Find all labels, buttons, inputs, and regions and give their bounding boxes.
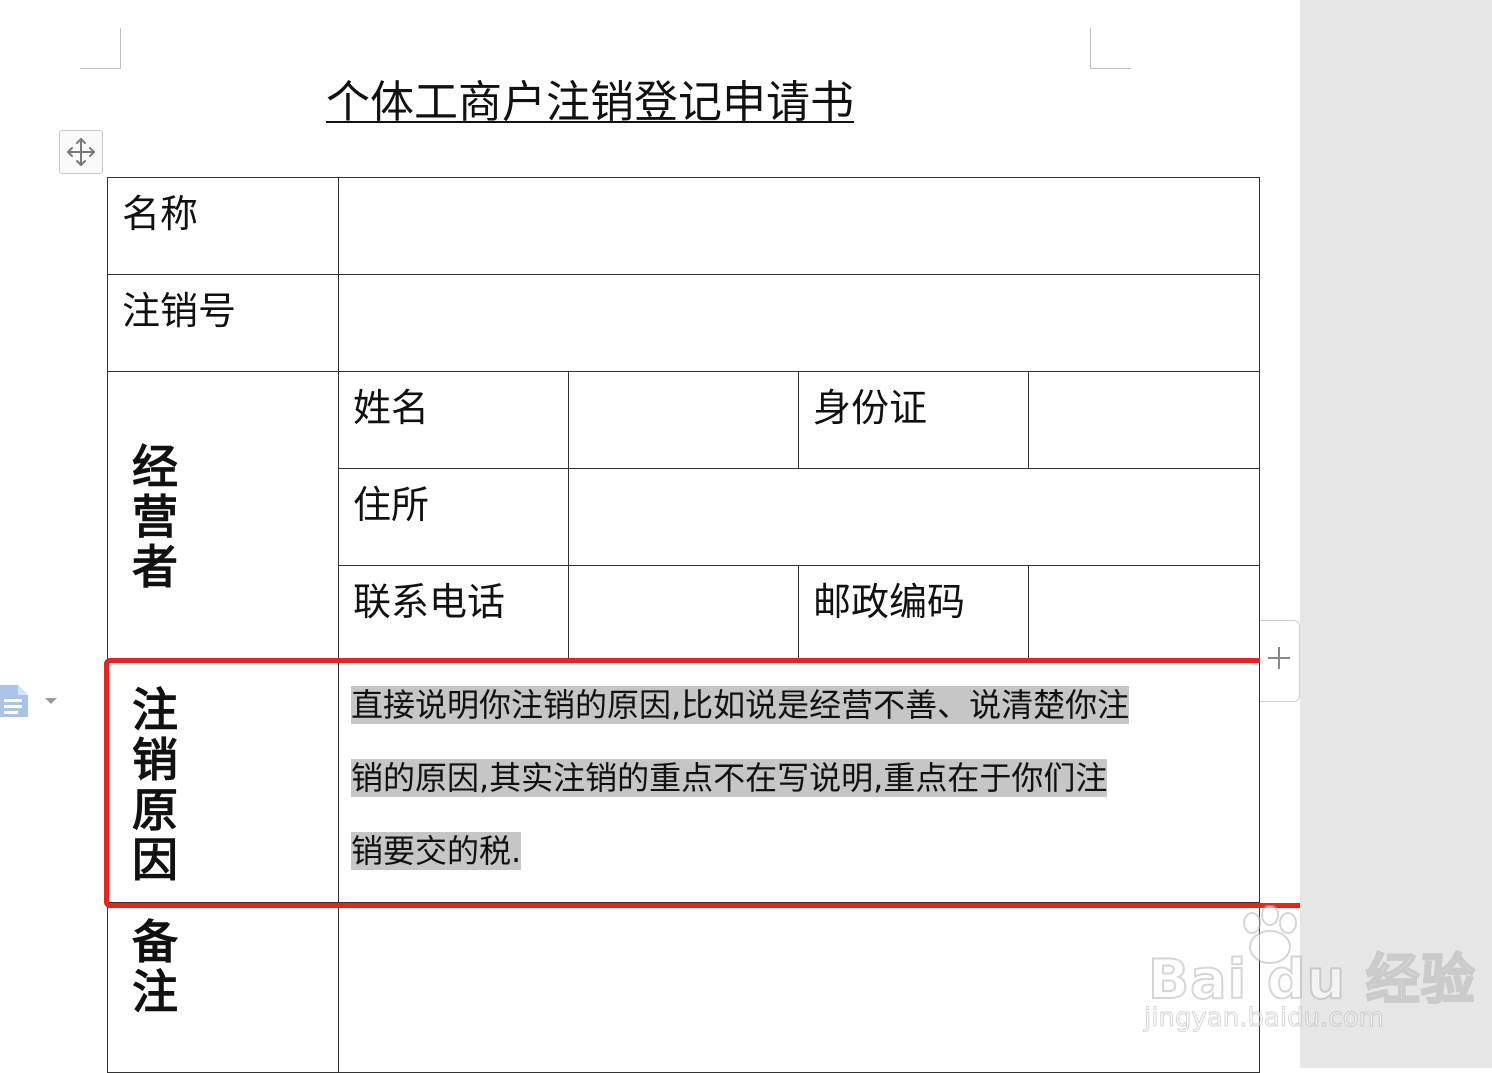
document-icon[interactable] [0,683,30,719]
operator-name-value-cell[interactable] [568,371,799,469]
page-corner-mark-left [80,28,121,69]
four-way-arrow-icon [67,138,95,166]
reg-no-label-cell[interactable]: 注销号 [107,274,339,372]
document-page: 个体工商户注销登记申请书 名称 注销号 经 营 者 姓名 身份证 住所 联系电话… [0,0,1366,1073]
application-form-table: 名称 注销号 经 营 者 姓名 身份证 住所 联系电话 邮政编码 注 销 原 因… [107,177,1260,1073]
postcode-label-cell[interactable]: 邮政编码 [798,565,1029,663]
phone-label-cell[interactable]: 联系电话 [338,565,569,663]
add-column-button[interactable] [1260,620,1300,702]
table-move-handle[interactable] [59,130,103,174]
reg-no-label: 注销号 [122,289,237,333]
watermark: Bai du 经验 jingyan.baidu.com [1140,905,1476,1045]
chevron-down-icon[interactable] [45,698,57,704]
table-row: 注销号 [107,274,1260,372]
address-label-cell[interactable]: 住所 [338,468,569,566]
address-label: 住所 [353,483,430,527]
postcode-value-cell[interactable] [1028,565,1260,663]
table-row: 经 营 者 姓名 身份证 [107,371,1260,663]
remarks-section-char: 注 [132,965,178,1019]
postcode-label: 邮政编码 [813,580,966,624]
remarks-section-cell[interactable]: 备 注 [107,902,339,1073]
operator-section-cell[interactable]: 经 营 者 [107,371,339,663]
operator-name-label: 姓名 [353,386,430,430]
operator-section-char: 营 [132,490,178,544]
highlight-annotation-box [104,658,1366,908]
operator-section-char: 经 [132,440,178,494]
id-card-label-cell[interactable]: 身份证 [798,371,1029,469]
phone-value-cell[interactable] [568,565,799,663]
id-card-value-cell[interactable] [1028,371,1260,469]
remarks-value-cell[interactable] [338,902,1260,1073]
operator-section-char: 者 [132,540,178,594]
remarks-section-char: 备 [132,915,178,969]
operator-name-label-cell[interactable]: 姓名 [338,371,569,469]
table-row: 备 注 [107,902,1260,1073]
page-corner-mark-right [1090,28,1131,69]
id-card-label: 身份证 [813,386,928,430]
table-row: 名称 [107,177,1260,275]
reg-no-value-cell[interactable] [338,274,1260,372]
name-value-cell[interactable] [338,177,1260,275]
phone-label: 联系电话 [353,580,506,624]
address-value-cell[interactable] [568,468,1260,566]
name-label-cell[interactable]: 名称 [107,177,339,275]
watermark-url: jingyan.baidu.com [1144,1003,1385,1034]
document-title[interactable]: 个体工商户注销登记申请书 [326,78,886,130]
name-label: 名称 [122,192,199,236]
